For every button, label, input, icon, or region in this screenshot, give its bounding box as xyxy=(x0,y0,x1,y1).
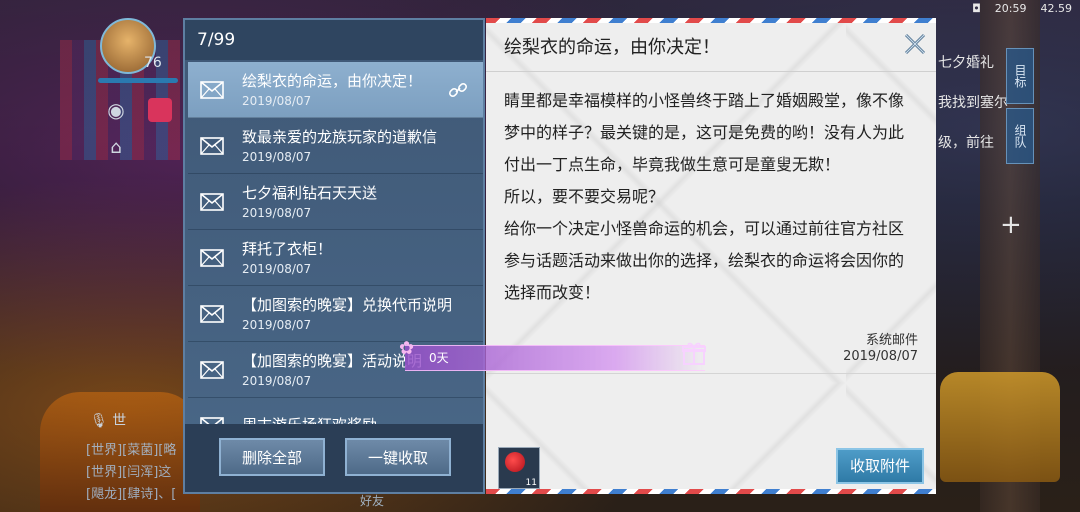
mail-title: 绘梨衣的命运，由你决定！ xyxy=(504,37,720,58)
mail-list-footer: 删除全部 一键收取 xyxy=(185,424,483,492)
home-icon[interactable]: ⌂ xyxy=(104,136,128,160)
quest-text[interactable]: 级，前往 xyxy=(938,132,994,152)
mail-subject: 七夕福利钻石天天送 xyxy=(242,183,378,202)
camera-icon: ◘ xyxy=(972,2,981,15)
rose-icon xyxy=(505,452,525,472)
envelope-icon xyxy=(200,136,224,155)
mail-paragraph: 给你一个决定小怪兽命运的机会，可以通过前往官方社区参与话题活动来做出你的选择，绘… xyxy=(504,219,905,302)
mail-subject: 【加图索的晚宴】兑换代币说明 xyxy=(242,295,453,314)
event-banner[interactable]: ✿ 0天 xyxy=(399,338,706,371)
envelope-icon xyxy=(200,360,224,379)
mail-list-item[interactable]: 七夕福利钻石天天送 2019/08/07 xyxy=(188,174,483,230)
claim-all-button[interactable]: 一键收取 xyxy=(345,438,451,476)
envelope-icon xyxy=(200,248,224,267)
attachment-item-slot[interactable]: 11 xyxy=(498,447,540,489)
quest-text[interactable]: 我找到塞尔 xyxy=(938,92,1008,112)
claim-attachment-button[interactable]: 收取附件 xyxy=(836,448,924,484)
mail-body: 睛里都是幸福模样的小怪兽终于踏上了婚姻殿堂，像不像梦中的样子？最关键的是，这可是… xyxy=(504,85,916,309)
envelope-icon xyxy=(200,192,224,211)
mail-counter: 7/99 xyxy=(185,20,483,60)
gift-icon[interactable] xyxy=(148,98,172,122)
mail-detail-panel: 绘梨衣的命运，由你决定！ 睛里都是幸福模样的小怪兽终于踏上了婚姻殿堂，像不像梦中… xyxy=(486,18,936,494)
delete-all-button[interactable]: 删除全部 xyxy=(219,438,325,476)
battery-text: 42.59 xyxy=(1040,2,1073,15)
sofa xyxy=(940,372,1060,482)
attachment-count: 11 xyxy=(525,478,537,488)
status-bar: ◘ 20:59 42.59 xyxy=(972,2,1072,15)
mail-date: 2019/08/07 xyxy=(242,373,312,388)
airmail-border-bottom xyxy=(486,489,936,494)
mail-paragraph: 睛里都是幸福模样的小怪兽终于踏上了婚姻殿堂，像不像梦中的样子？最关键的是，这可是… xyxy=(504,91,905,174)
chat-line: [世界][闫浑]这 xyxy=(86,465,172,480)
mic-icon[interactable]: 🎙 xyxy=(90,413,108,429)
banner-text: 0天 xyxy=(429,351,449,365)
mail-date: 2019/08/07 xyxy=(242,205,312,220)
flower-icon: ✿ xyxy=(399,338,415,359)
mail-date: 2019/08/07 xyxy=(242,317,312,332)
mail-subject: 拜托了衣柜！ xyxy=(242,239,333,258)
chat-channel-tab[interactable]: 🎙 世 xyxy=(90,410,126,430)
mail-sender: 系统邮件 xyxy=(865,333,918,348)
envelope-icon xyxy=(200,304,224,323)
envelope-icon xyxy=(200,80,224,99)
close-icon[interactable] xyxy=(902,31,928,57)
mail-list-item[interactable]: 绘梨衣的命运，由你决定！ 2019/08/07 xyxy=(188,62,483,118)
airmail-border-top xyxy=(486,18,936,23)
mail-list-item[interactable]: 拜托了衣柜！ 2019/08/07 xyxy=(188,230,483,286)
plus-icon[interactable]: + xyxy=(1000,210,1022,240)
team-tab-button[interactable]: 组队 xyxy=(1006,108,1034,164)
friends-tab[interactable]: 好友 xyxy=(360,492,384,509)
mail-paragraph: 所以，要不要交易呢？ xyxy=(504,187,665,206)
chat-line: [飓龙][肆诗]、[ xyxy=(86,487,177,502)
mail-sent-date: 2019/08/07 xyxy=(843,349,918,364)
divider xyxy=(486,71,936,72)
chat-log[interactable]: [世界][菜菌][略 [世界][闫浑]这 [飓龙][肆诗]、[ xyxy=(86,440,186,506)
clock-text: 20:59 xyxy=(994,2,1027,15)
eye-icon[interactable]: ◉ xyxy=(104,98,128,122)
mail-subject: 绘梨衣的命运，由你决定！ xyxy=(242,71,423,90)
chat-line: [世界][菜菌][略 xyxy=(86,443,177,458)
attachment-link-icon xyxy=(448,82,468,98)
mail-subject: 致最亲爱的龙族玩家的道歉信 xyxy=(242,127,438,146)
mail-list-item[interactable]: 致最亲爱的龙族玩家的道歉信 2019/08/07 xyxy=(188,118,483,174)
mail-date: 2019/08/07 xyxy=(242,149,312,164)
mail-list-item[interactable]: 【加图索的晚宴】兑换代币说明 2019/08/07 xyxy=(188,286,483,342)
target-tab-button[interactable]: 目标 xyxy=(1006,48,1034,104)
mail-subject: 【加图索的晚宴】活动说明 xyxy=(242,351,423,370)
mail-list-panel: 7/99 绘梨衣的命运，由你决定！ 2019/08/07 致最亲爱的龙族玩家的道… xyxy=(183,18,485,494)
gift-box-icon xyxy=(682,342,706,365)
player-level: 76 xyxy=(144,55,162,71)
mail-date: 2019/08/07 xyxy=(242,93,312,108)
hp-bar xyxy=(98,78,178,83)
mail-date: 2019/08/07 xyxy=(242,261,312,276)
divider xyxy=(486,373,936,374)
quest-text[interactable]: 七夕婚礼 xyxy=(938,52,994,72)
